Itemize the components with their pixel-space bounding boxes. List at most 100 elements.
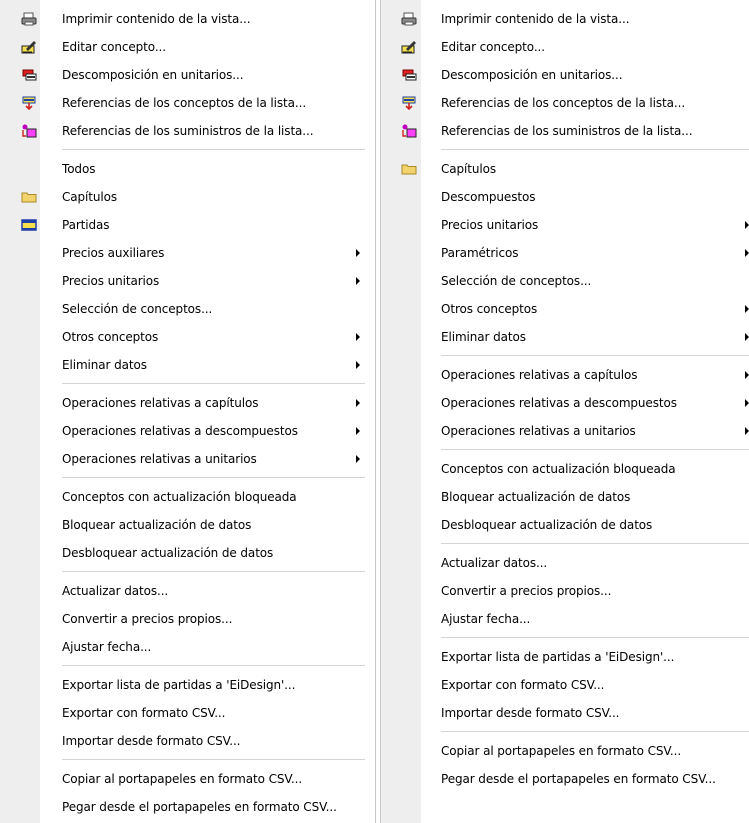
supply-references-icon	[21, 124, 37, 138]
menu-item-label: Pegar desde el portapapeles en formato C…	[62, 800, 337, 814]
menu-item-edit-concept[interactable]: Editar concepto...	[0, 33, 375, 61]
menu-item-label: Importar desde formato CSV...	[62, 734, 241, 748]
menu-item-seleccion-conceptos[interactable]: Selección de conceptos...	[381, 267, 749, 295]
menu-item-label: Copiar al portapapeles en formato CSV...	[441, 744, 682, 758]
menu-item-label: Precios unitarios	[62, 274, 160, 288]
context-menu-right: Imprimir contenido de la vista... Editar…	[380, 0, 749, 823]
menu-item-label: Operaciones relativas a descompuestos	[62, 424, 298, 438]
menu-separator	[0, 379, 375, 389]
menu-separator	[381, 633, 749, 643]
folder-icon	[401, 162, 417, 176]
menu-item-pegar-csv[interactable]: Pegar desde el portapapeles en formato C…	[0, 793, 375, 821]
menu-item-capitulos[interactable]: Capítulos	[381, 155, 749, 183]
menu-item-label: Desbloquear actualización de datos	[62, 546, 274, 560]
menu-item-eliminar-datos[interactable]: Eliminar datos	[0, 351, 375, 379]
submenu-arrow-icon	[356, 277, 360, 285]
menu-item-concept-references[interactable]: Referencias de los conceptos de la lista…	[381, 89, 749, 117]
menu-item-ops-descompuestos[interactable]: Operaciones relativas a descompuestos	[381, 389, 749, 417]
menu-item-ops-unitarios[interactable]: Operaciones relativas a unitarios	[381, 417, 749, 445]
menu-item-print[interactable]: Imprimir contenido de la vista...	[381, 5, 749, 33]
menu-item-actualizar-datos[interactable]: Actualizar datos...	[381, 549, 749, 577]
submenu-arrow-icon	[356, 399, 360, 407]
menu-item-label: Convertir a precios propios...	[62, 612, 233, 626]
menu-item-label: Descomposición en unitarios...	[62, 68, 244, 82]
menu-item-conceptos-bloqueados[interactable]: Conceptos con actualización bloqueada	[381, 455, 749, 483]
menu-item-precios-auxiliares[interactable]: Precios auxiliares	[0, 239, 375, 267]
menu-item-precios-unitarios[interactable]: Precios unitarios	[381, 211, 749, 239]
submenu-arrow-icon	[745, 371, 749, 379]
submenu-arrow-icon	[356, 455, 360, 463]
menu-item-copiar-csv[interactable]: Copiar al portapapeles en formato CSV...	[381, 737, 749, 765]
menu-item-label: Eliminar datos	[62, 358, 147, 372]
menu-separator	[0, 473, 375, 483]
menu-item-partidas[interactable]: Partidas	[0, 211, 375, 239]
menu-item-importar-csv[interactable]: Importar desde formato CSV...	[381, 699, 749, 727]
menu-item-label: Pegar desde el portapapeles en formato C…	[441, 772, 716, 786]
menu-item-precios-unitarios[interactable]: Precios unitarios	[0, 267, 375, 295]
menu-item-exportar-eidesign[interactable]: Exportar lista de partidas a 'EiDesign'.…	[0, 671, 375, 699]
menu-item-capitulos[interactable]: Capítulos	[0, 183, 375, 211]
menu-item-copiar-csv[interactable]: Copiar al portapapeles en formato CSV...	[0, 765, 375, 793]
menu-separator	[381, 145, 749, 155]
menu-item-otros-conceptos[interactable]: Otros conceptos	[381, 295, 749, 323]
menu-item-exportar-csv[interactable]: Exportar con formato CSV...	[381, 671, 749, 699]
menu-item-ops-descompuestos[interactable]: Operaciones relativas a descompuestos	[0, 417, 375, 445]
menu-item-label: Capítulos	[441, 162, 497, 176]
menu-item-supply-references[interactable]: Referencias de los suministros de la lis…	[381, 117, 749, 145]
menu-item-conceptos-bloqueados[interactable]: Conceptos con actualización bloqueada	[0, 483, 375, 511]
menu-item-seleccion-conceptos[interactable]: Selección de conceptos...	[0, 295, 375, 323]
menu-item-label: Editar concepto...	[441, 40, 545, 54]
menu-item-label: Imprimir contenido de la vista...	[62, 12, 251, 26]
menu-item-ajustar-fecha[interactable]: Ajustar fecha...	[0, 633, 375, 661]
submenu-arrow-icon	[745, 333, 749, 341]
menu-item-bloquear[interactable]: Bloquear actualización de datos	[381, 483, 749, 511]
menu-item-label: Desbloquear actualización de datos	[441, 518, 653, 532]
menu-item-convertir-precios[interactable]: Convertir a precios propios...	[0, 605, 375, 633]
menu-item-ajustar-fecha[interactable]: Ajustar fecha...	[381, 605, 749, 633]
submenu-arrow-icon	[745, 305, 749, 313]
menu-separator	[381, 539, 749, 549]
submenu-arrow-icon	[745, 399, 749, 407]
menu-item-exportar-csv[interactable]: Exportar con formato CSV...	[0, 699, 375, 727]
menu-item-supply-references[interactable]: Referencias de los suministros de la lis…	[0, 117, 375, 145]
menu-separator	[381, 727, 749, 737]
menu-separator	[0, 567, 375, 577]
menu-item-label: Operaciones relativas a capítulos	[62, 396, 259, 410]
menu-item-label: Copiar al portapapeles en formato CSV...	[62, 772, 303, 786]
menu-item-label: Imprimir contenido de la vista...	[441, 12, 630, 26]
menu-item-label: Descompuestos	[441, 190, 536, 204]
menu-item-ops-capitulos[interactable]: Operaciones relativas a capítulos	[0, 389, 375, 417]
menu-item-descompuestos[interactable]: Descompuestos	[381, 183, 749, 211]
menu-item-parametricos[interactable]: Paramétricos	[381, 239, 749, 267]
menu-item-desbloquear[interactable]: Desbloquear actualización de datos	[381, 511, 749, 539]
menu-item-label: Importar desde formato CSV...	[441, 706, 620, 720]
submenu-arrow-icon	[356, 249, 360, 257]
supply-references-icon	[401, 124, 417, 138]
submenu-arrow-icon	[745, 427, 749, 435]
menu-item-ops-capitulos[interactable]: Operaciones relativas a capítulos	[381, 361, 749, 389]
menu-item-label: Todos	[62, 162, 96, 176]
menu-item-todos[interactable]: Todos	[0, 155, 375, 183]
menu-separator	[0, 145, 375, 155]
menu-item-label: Exportar con formato CSV...	[62, 706, 226, 720]
decomposition-icon	[401, 68, 417, 82]
menu-item-convertir-precios[interactable]: Convertir a precios propios...	[381, 577, 749, 605]
submenu-arrow-icon	[745, 249, 749, 257]
menu-item-actualizar-datos[interactable]: Actualizar datos...	[0, 577, 375, 605]
menu-item-edit-concept[interactable]: Editar concepto...	[381, 33, 749, 61]
menu-item-decomposition[interactable]: Descomposición en unitarios...	[381, 61, 749, 89]
menu-item-desbloquear[interactable]: Desbloquear actualización de datos	[0, 539, 375, 567]
menu-item-label: Partidas	[62, 218, 110, 232]
menu-item-decomposition[interactable]: Descomposición en unitarios...	[0, 61, 375, 89]
menu-item-exportar-eidesign[interactable]: Exportar lista de partidas a 'EiDesign'.…	[381, 643, 749, 671]
menu-item-label: Referencias de los suministros de la lis…	[62, 124, 314, 138]
menu-item-ops-unitarios[interactable]: Operaciones relativas a unitarios	[0, 445, 375, 473]
menu-item-pegar-csv[interactable]: Pegar desde el portapapeles en formato C…	[381, 765, 749, 793]
menu-item-importar-csv[interactable]: Importar desde formato CSV...	[0, 727, 375, 755]
menu-item-otros-conceptos[interactable]: Otros conceptos	[0, 323, 375, 351]
menu-item-eliminar-datos[interactable]: Eliminar datos	[381, 323, 749, 351]
menu-item-print[interactable]: Imprimir contenido de la vista...	[0, 5, 375, 33]
menu-item-label: Referencias de los suministros de la lis…	[441, 124, 693, 138]
menu-item-bloquear[interactable]: Bloquear actualización de datos	[0, 511, 375, 539]
menu-item-concept-references[interactable]: Referencias de los conceptos de la lista…	[0, 89, 375, 117]
